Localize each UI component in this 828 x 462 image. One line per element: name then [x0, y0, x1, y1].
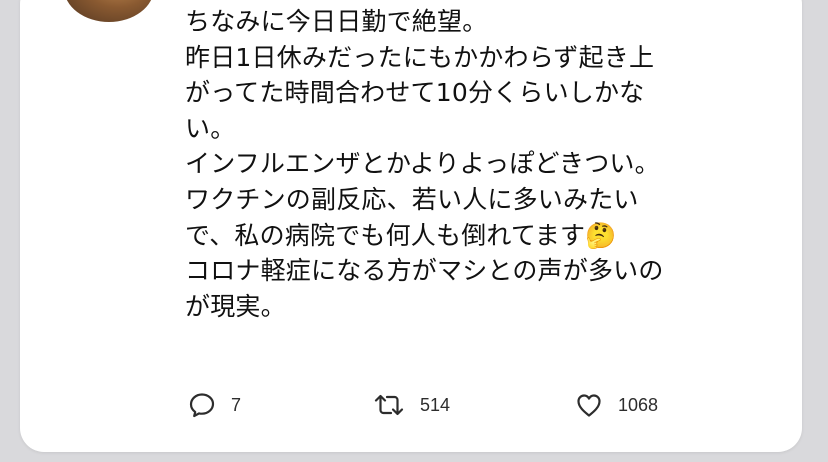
like-button[interactable]: 1068	[574, 388, 658, 422]
tweet-actions: 7 514 1068	[0, 388, 828, 424]
tweet-text-line: インフルエンザとかよりよっぽどきつい。	[185, 149, 660, 179]
reply-icon	[187, 390, 217, 420]
reply-button[interactable]: 7	[187, 388, 241, 422]
retweet-icon	[372, 390, 406, 420]
like-count: 1068	[618, 394, 659, 415]
tweet-text-line: 昨日1日休みだったにもかかわらず起き上	[185, 42, 655, 72]
tweet-text-line: で、私の病院でも何人も倒れてます🤔	[185, 220, 617, 250]
tweet-text-line: コロナ軽症になる方がマシとの声が多いの	[185, 256, 664, 286]
tweet-text-line: ちなみに今日日勤で絶望。	[185, 7, 488, 36]
tweet-text: ちなみに今日日勤で絶望。 昨日1日休みだったにもかかわらず起き上 がってた時間合…	[185, 4, 785, 324]
heart-icon	[574, 390, 604, 420]
retweet-count: 514	[420, 394, 451, 415]
tweet-text-line: ワクチンの副反応、若い人に多いみたい	[185, 184, 639, 214]
tweet-text-line: い。	[185, 113, 236, 143]
retweet-button[interactable]: 514	[372, 388, 450, 422]
tweet-text-line: が現実。	[185, 291, 286, 321]
tweet-text-line: がってた時間合わせて10分くらいしかな	[185, 78, 645, 108]
reply-count: 7	[231, 394, 242, 415]
